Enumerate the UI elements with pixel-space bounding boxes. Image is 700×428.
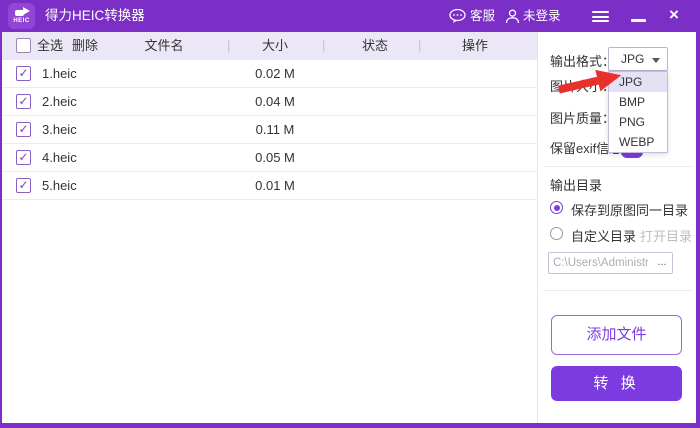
login-status-button[interactable]: 未登录 xyxy=(523,0,561,32)
radio-custom-directory[interactable] xyxy=(550,227,563,240)
table-row[interactable]: ✓ 2.heic 0.04 M xyxy=(2,88,537,116)
row-checkbox[interactable]: ✓ xyxy=(16,150,31,165)
file-size: 0.02 M xyxy=(255,66,295,81)
format-dropdown-list: JPG BMP PNG WEBP xyxy=(608,71,668,153)
menu-icon[interactable] xyxy=(592,11,609,22)
table-row[interactable]: ✓ 3.heic 0.11 M xyxy=(2,116,537,144)
close-button[interactable]: × xyxy=(663,0,685,32)
file-table-header: 全选 删除 文件名 | 大小 | 状态 | 操作 xyxy=(2,32,537,60)
logo-label: HEIC xyxy=(13,18,30,24)
delete-button[interactable]: 删除 xyxy=(72,32,98,60)
file-size: 0.11 M xyxy=(255,122,295,137)
output-directory-title: 输出目录 xyxy=(550,178,603,193)
file-name: 3.heic xyxy=(42,122,77,137)
table-row[interactable]: ✓ 1.heic 0.02 M xyxy=(2,60,537,88)
column-separator: | xyxy=(418,38,422,53)
add-files-button[interactable]: 添加文件 xyxy=(551,315,682,355)
app-logo: HEIC xyxy=(8,3,35,29)
row-checkbox[interactable]: ✓ xyxy=(16,178,31,193)
select-all-label[interactable]: 全选 xyxy=(37,32,63,60)
divider xyxy=(543,290,693,291)
table-row[interactable]: ✓ 4.heic 0.05 M xyxy=(2,144,537,172)
format-select[interactable]: JPG xyxy=(608,47,668,71)
file-list: ✓ 1.heic 0.02 M ✓ 2.heic 0.04 M ✓ 3.heic… xyxy=(2,60,537,200)
column-operation: 操作 xyxy=(461,38,488,53)
output-path-input[interactable] xyxy=(548,252,653,274)
file-size: 0.05 M xyxy=(255,150,295,165)
file-size: 0.04 M xyxy=(255,94,295,109)
titlebar: HEIC 得力HEIC转换器 客服 未登录 × xyxy=(0,0,700,32)
browse-button[interactable]: ... xyxy=(652,252,673,274)
image-size-label: 图片大小： xyxy=(550,79,616,94)
window-border xyxy=(696,32,700,428)
minimize-button[interactable] xyxy=(631,19,646,22)
table-row[interactable]: ✓ 5.heic 0.01 M xyxy=(2,172,537,200)
customer-service-button[interactable]: 客服 xyxy=(470,0,495,32)
same-directory-label[interactable]: 保存到原图同一目录 xyxy=(571,200,688,219)
open-directory-link[interactable]: 打开目录 xyxy=(640,226,692,245)
column-filename: 文件名 xyxy=(144,38,184,53)
dropdown-option-webp[interactable]: WEBP xyxy=(609,132,667,152)
image-quality-label: 图片质量： xyxy=(550,111,616,126)
window-border xyxy=(0,32,2,428)
chat-bubble-icon[interactable] xyxy=(449,9,466,23)
radio-same-directory[interactable] xyxy=(550,201,563,214)
column-status: 状态 xyxy=(361,38,388,53)
file-name: 1.heic xyxy=(42,66,77,81)
format-selected-value: JPG xyxy=(621,52,645,66)
file-name: 2.heic xyxy=(42,94,77,109)
output-format-label: 输出格式： xyxy=(550,54,616,69)
dropdown-option-jpg[interactable]: JPG xyxy=(609,72,667,92)
window-border xyxy=(0,423,700,428)
select-all-checkbox[interactable] xyxy=(16,38,31,53)
row-checkbox[interactable]: ✓ xyxy=(16,94,31,109)
divider xyxy=(543,166,693,167)
dropdown-option-bmp[interactable]: BMP xyxy=(609,92,667,112)
file-name: 5.heic xyxy=(42,178,77,193)
row-checkbox[interactable]: ✓ xyxy=(16,66,31,81)
convert-arrow-icon xyxy=(14,7,30,16)
user-icon[interactable] xyxy=(505,9,520,24)
dropdown-option-png[interactable]: PNG xyxy=(609,112,667,132)
file-name: 4.heic xyxy=(42,150,77,165)
app-window: HEIC 得力HEIC转换器 客服 未登录 × 全选 删除 文件名 | 大小 |… xyxy=(0,0,700,428)
column-size: 大小 xyxy=(261,38,288,53)
file-size: 0.01 M xyxy=(255,178,295,193)
row-checkbox[interactable]: ✓ xyxy=(16,122,31,137)
app-title: 得力HEIC转换器 xyxy=(45,8,145,23)
chevron-down-icon xyxy=(652,58,660,63)
convert-button[interactable]: 转 换 xyxy=(551,366,682,401)
custom-directory-label[interactable]: 自定义目录 xyxy=(571,226,636,245)
